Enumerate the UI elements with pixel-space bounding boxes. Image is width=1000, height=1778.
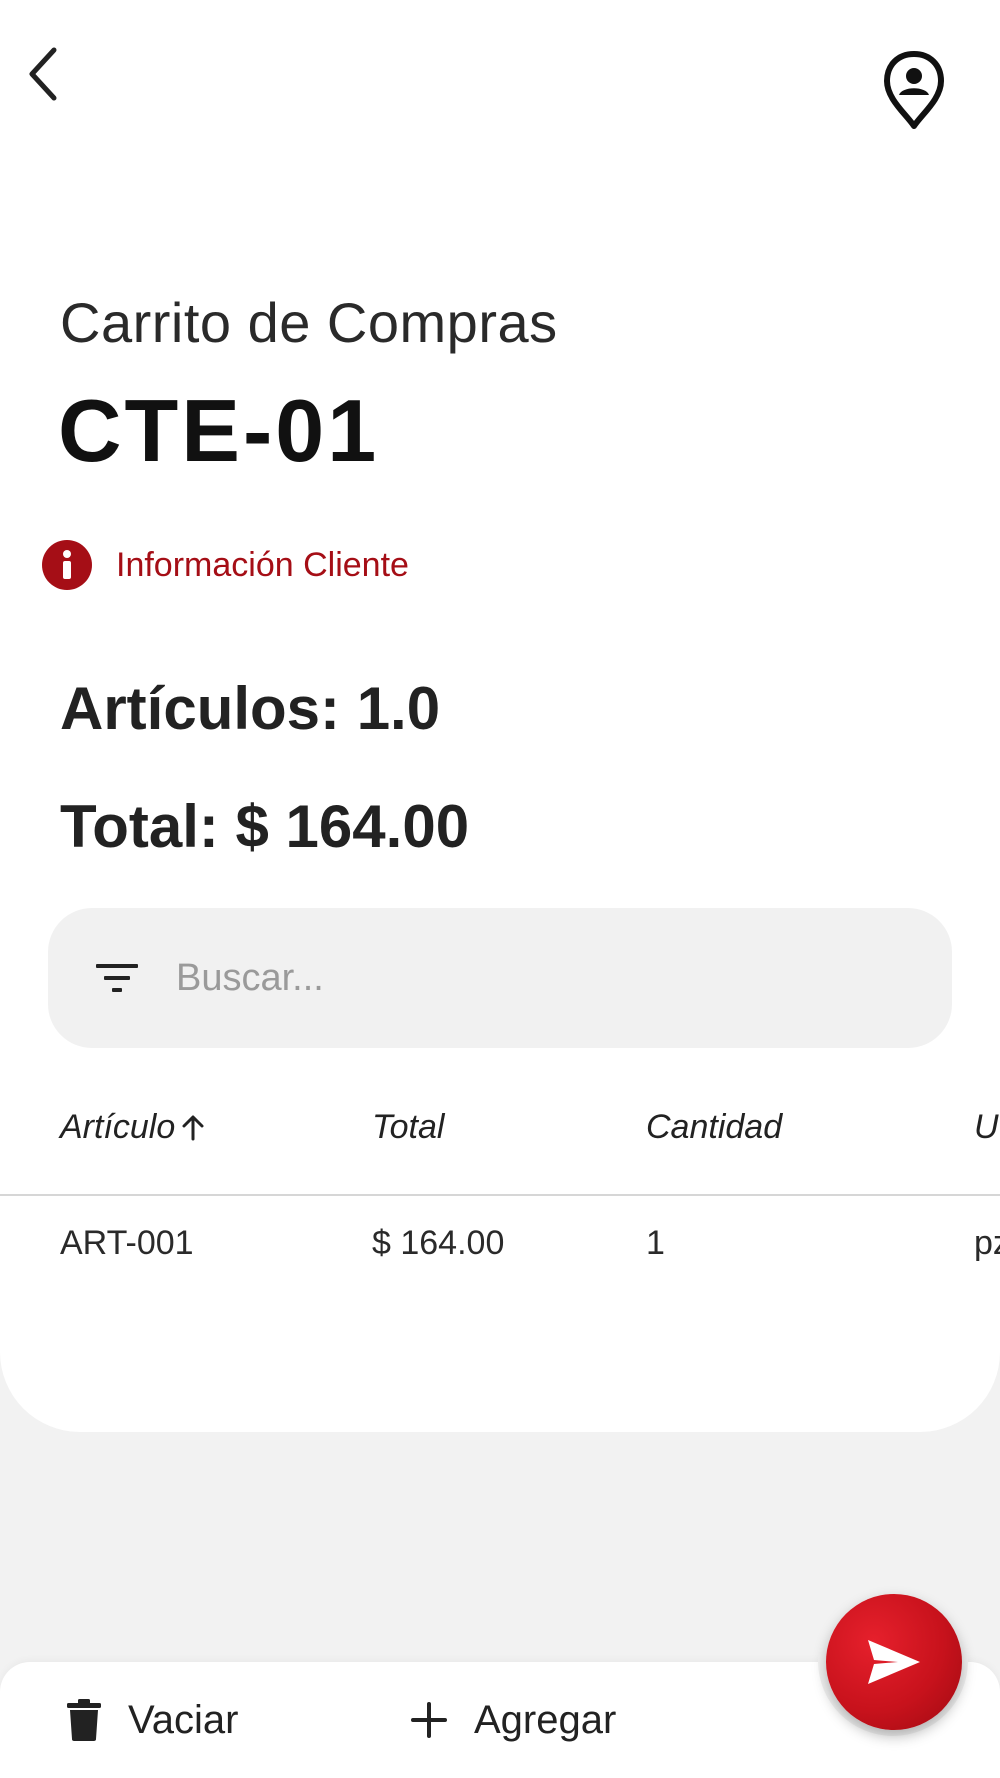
cell-unidad: pz <box>974 1224 1000 1262</box>
column-header-total[interactable]: Total <box>372 1108 444 1147</box>
trash-icon <box>67 1699 101 1741</box>
send-icon <box>868 1640 920 1684</box>
plus-icon <box>411 1702 447 1738</box>
clear-cart-button[interactable]: Vaciar <box>66 1690 238 1750</box>
cell-total: $ 164.00 <box>372 1224 505 1262</box>
client-location-button[interactable] <box>868 42 960 138</box>
client-code: CTE-01 <box>58 381 380 480</box>
table-row[interactable]: ART-001 $ 164.00 1 pz <box>0 1218 1000 1288</box>
search-input[interactable] <box>176 938 952 1018</box>
cart-total: Total: $ 164.00 <box>60 793 470 860</box>
column-header-unidad[interactable]: U <box>974 1108 999 1147</box>
filter-icon[interactable] <box>92 958 142 998</box>
items-count: Artículos: 1.0 <box>60 675 441 742</box>
table-header: Artículo Total Cantidad U <box>0 1098 1000 1196</box>
client-info-link[interactable]: Información Cliente <box>42 540 409 590</box>
person-pin-icon <box>884 51 944 129</box>
clear-cart-label: Vaciar <box>128 1697 239 1742</box>
back-button[interactable] <box>14 36 74 112</box>
add-item-label: Agregar <box>474 1697 617 1742</box>
shopping-cart-screen: Carrito de Compras CTE-01 Información Cl… <box>0 0 1000 1778</box>
chevron-left-icon <box>29 47 57 101</box>
column-header-cantidad[interactable]: Cantidad <box>646 1108 782 1147</box>
cell-cantidad: 1 <box>646 1224 665 1262</box>
arrow-up-icon <box>179 1113 207 1143</box>
cart-card: Carrito de Compras CTE-01 Información Cl… <box>0 0 1000 1432</box>
send-order-button[interactable] <box>826 1594 962 1730</box>
info-icon <box>42 540 92 590</box>
search-bar <box>48 908 952 1048</box>
add-item-button[interactable]: Agregar <box>410 1690 616 1750</box>
column-header-articulo[interactable]: Artículo <box>60 1108 207 1147</box>
page-subtitle: Carrito de Compras <box>60 291 558 354</box>
column-header-label: Artículo <box>60 1108 176 1146</box>
client-info-label: Información Cliente <box>116 545 409 584</box>
cell-articulo: ART-001 <box>60 1224 194 1262</box>
